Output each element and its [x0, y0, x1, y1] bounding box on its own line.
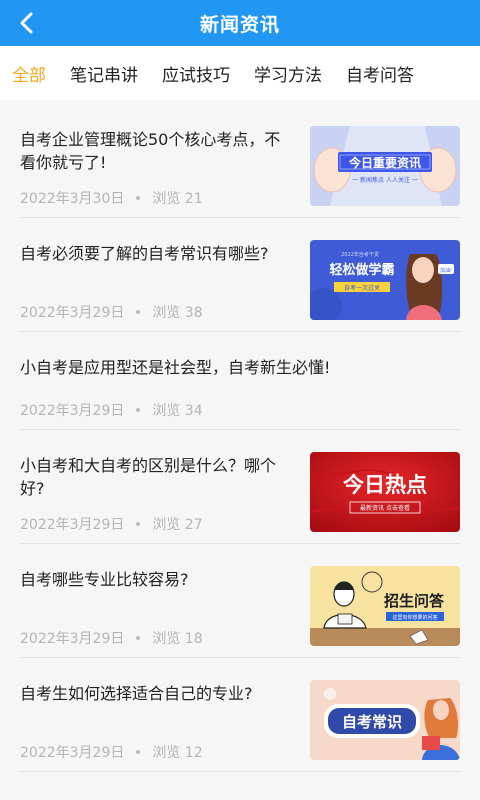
- article-meta: 2022年3月29日 浏览 34: [20, 400, 203, 420]
- article-views: 浏览 27: [152, 517, 203, 533]
- article-meta: 2022年3月29日 浏览 38: [20, 302, 203, 322]
- article-meta: 2022年3月29日 浏览 18: [20, 628, 203, 648]
- thumb-sub-text: 一 新闻焦点 人人关注 一: [352, 176, 418, 184]
- article-views: 浏览 18: [152, 631, 203, 647]
- list-item[interactable]: 自考生如何选择适合自己的专业? 2022年3月29日 浏览 12 自考常识: [20, 658, 460, 772]
- article-date: 2022年3月30日: [20, 191, 125, 207]
- article-title: 自考生如何选择适合自己的专业?: [20, 684, 253, 703]
- article-thumbnail[interactable]: 2022年自考干货 轻松做学霸 自考一次过关 加油!: [310, 240, 460, 320]
- article-title: 小自考和大自考的区别是什么？哪个好?: [20, 456, 277, 498]
- app-header: 新闻资讯: [0, 0, 480, 46]
- article-views: 浏览 21: [152, 191, 203, 207]
- thumb-main-text: 今日热点: [343, 473, 427, 497]
- tab-study-methods[interactable]: 学习方法: [242, 61, 334, 86]
- article-date: 2022年3月29日: [20, 517, 125, 533]
- article-thumbnail[interactable]: 自考常识: [310, 680, 460, 760]
- separator-dot: [136, 408, 141, 412]
- article-thumbnail[interactable]: 今日热点 最新资讯 点击查看: [310, 452, 460, 532]
- article-date: 2022年3月29日: [20, 631, 125, 647]
- article-title: 自考企业管理概论50个核心考点，不看你就亏了!: [20, 130, 281, 172]
- separator-dot: [136, 750, 141, 754]
- thumb-main-text: 招生问答: [384, 592, 445, 610]
- list-item[interactable]: 自考哪些专业比较容易? 2022年3月29日 浏览 18 招生问答 这里有你想要…: [20, 544, 460, 658]
- article-views: 浏览 38: [152, 305, 203, 321]
- thumb-main-text: 今日重要资讯: [348, 155, 421, 170]
- tab-notes[interactable]: 笔记串讲: [58, 61, 150, 86]
- article-list: 自考企业管理概论50个核心考点，不看你就亏了! 2022年3月30日 浏览 21…: [0, 100, 480, 800]
- article-date: 2022年3月29日: [20, 403, 125, 419]
- article-meta: 2022年3月30日 浏览 21: [20, 188, 203, 208]
- back-button[interactable]: [10, 6, 44, 40]
- tab-all[interactable]: 全部: [0, 61, 58, 86]
- thumb-sub-text: 自考一次过关: [344, 284, 380, 292]
- separator-dot: [136, 636, 141, 640]
- separator-dot: [136, 310, 141, 314]
- chevron-left-icon: [20, 12, 33, 34]
- article-title: 自考哪些专业比较容易?: [20, 570, 189, 589]
- tab-qa[interactable]: 自考问答: [334, 61, 426, 86]
- article-views: 浏览 34: [152, 403, 203, 419]
- page-title: 新闻资讯: [199, 13, 280, 36]
- article-views: 浏览 12: [152, 745, 203, 761]
- separator-dot: [136, 196, 141, 200]
- article-date: 2022年3月29日: [20, 745, 125, 761]
- article-date: 2022年3月29日: [20, 305, 125, 321]
- list-item[interactable]: 小自考是应用型还是社会型，自考新生必懂! 2022年3月29日 浏览 34: [20, 332, 460, 430]
- article-title: 小自考是应用型还是社会型，自考新生必懂!: [20, 358, 331, 377]
- thumb-main-text: 轻松做学霸: [329, 262, 394, 278]
- article-thumbnail[interactable]: 今日重要资讯 一 新闻焦点 人人关注 一: [310, 126, 460, 206]
- thumb-bubble-text: 加油!: [440, 267, 452, 274]
- thumb-top-text: 2022年自考干货: [341, 251, 379, 258]
- article-meta: 2022年3月29日 浏览 27: [20, 514, 203, 534]
- thumb-main-text: 自考常识: [342, 713, 402, 731]
- article-title: 自考必须要了解的自考常识有哪些?: [20, 244, 269, 263]
- separator-dot: [136, 522, 141, 526]
- article-meta: 2022年3月29日 浏览 12: [20, 742, 203, 762]
- thumb-sub-text: 这里有你想要的问答: [392, 614, 437, 621]
- list-item[interactable]: 小自考和大自考的区别是什么？哪个好? 2022年3月29日 浏览 27 今日热点: [20, 430, 460, 544]
- list-item[interactable]: 自考必须要了解的自考常识有哪些? 2022年3月29日 浏览 38 2022年自…: [20, 218, 460, 332]
- article-thumbnail[interactable]: 招生问答 这里有你想要的问答: [310, 566, 460, 646]
- list-item[interactable]: 自考企业管理概论50个核心考点，不看你就亏了! 2022年3月30日 浏览 21…: [20, 104, 460, 218]
- category-tabs: 全部 笔记串讲 应试技巧 学习方法 自考问答: [0, 46, 480, 100]
- thumb-sub-text: 最新资讯 点击查看: [360, 504, 410, 512]
- tab-exam-skills[interactable]: 应试技巧: [150, 61, 242, 86]
